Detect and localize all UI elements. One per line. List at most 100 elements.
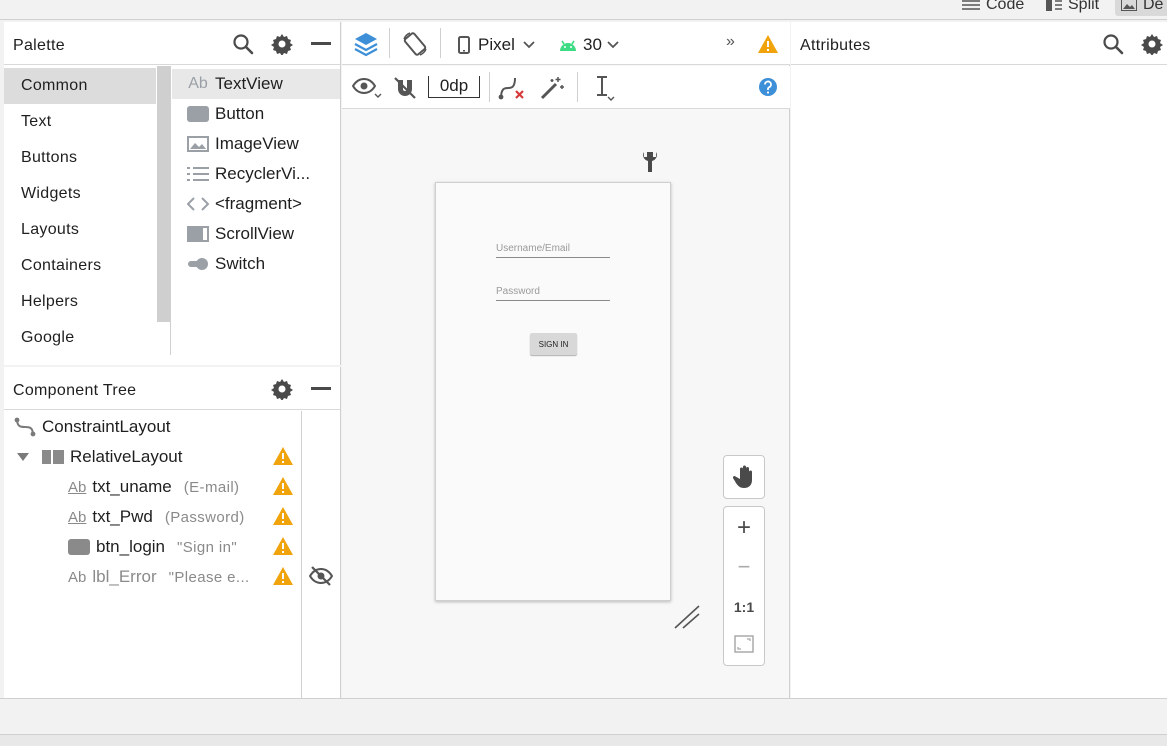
magnet-off-icon[interactable]: [392, 75, 418, 101]
help-icon[interactable]: [757, 76, 779, 98]
android-icon: [558, 38, 578, 52]
sign-in-button[interactable]: SIGN IN: [530, 333, 577, 355]
fragment-icon: [184, 196, 212, 212]
category-common[interactable]: Common: [4, 68, 156, 104]
palette-header: Palette: [4, 22, 340, 65]
hand-icon: [733, 465, 755, 489]
category-google[interactable]: Google: [4, 320, 156, 356]
layers-icon[interactable]: [352, 30, 380, 58]
default-margin-selector[interactable]: 0dp: [428, 76, 480, 98]
search-icon[interactable]: [1101, 32, 1125, 56]
chevron-down-icon: [523, 41, 535, 49]
zoom-out-button[interactable]: −: [724, 552, 764, 582]
collapse-arrow-icon[interactable]: [16, 452, 30, 462]
status-strip: [0, 734, 1167, 746]
tree-item-lbl-error[interactable]: Ab lbl_Error "Please e...: [4, 562, 301, 592]
hidden-eye-icon[interactable]: [309, 565, 333, 587]
code-mode-label: Code: [986, 0, 1025, 13]
category-scrollbar[interactable]: [157, 66, 170, 322]
toolbar-separator: [389, 28, 390, 58]
guidelines-icon[interactable]: [590, 74, 618, 102]
device-selector[interactable]: Pixel: [458, 33, 535, 57]
api-level-label: 30: [583, 35, 602, 54]
widget-scrollview[interactable]: ScrollView: [172, 219, 340, 249]
pan-button[interactable]: [723, 455, 765, 499]
resize-handle-icon[interactable]: [673, 604, 701, 630]
wrench-icon[interactable]: [640, 150, 660, 174]
username-field[interactable]: Username/Email: [496, 243, 610, 258]
constraint-layout-icon: [14, 417, 36, 437]
warning-icon[interactable]: [272, 536, 294, 556]
tree-item-txt-pwd[interactable]: Ab txt_Pwd (Password): [4, 502, 301, 532]
password-field[interactable]: Password: [496, 286, 610, 301]
warning-icon[interactable]: [756, 33, 780, 55]
fit-screen-icon[interactable]: [734, 635, 754, 653]
phone-icon: [458, 36, 470, 54]
toolbar-separator: [440, 28, 441, 58]
split-mode-label: Split: [1068, 0, 1100, 13]
top-mode-bar: Code Split De: [0, 0, 1167, 20]
toolbar-separator: [577, 72, 578, 102]
textview-icon: Ab: [68, 568, 87, 586]
button-icon: [68, 539, 90, 555]
scrollview-icon: [184, 226, 212, 242]
zoom-controls: + − 1:1: [723, 506, 765, 666]
device-preview[interactable]: Username/Email Password SIGN IN: [435, 182, 671, 601]
textview-icon: Ab: [68, 478, 87, 496]
clear-constraints-icon[interactable]: [498, 75, 526, 101]
code-mode-button[interactable]: Code: [962, 0, 1024, 16]
tree-item-constraintlayout[interactable]: ConstraintLayout: [4, 412, 301, 442]
rotate-orientation-icon[interactable]: [400, 30, 430, 58]
split-mode-button[interactable]: Split: [1046, 0, 1099, 16]
chevron-down-icon: [607, 41, 619, 49]
warning-icon[interactable]: [272, 566, 294, 586]
gear-icon[interactable]: [270, 32, 294, 56]
warning-icon[interactable]: [272, 506, 294, 526]
widget-textview[interactable]: Ab TextView: [172, 69, 340, 99]
minimize-icon[interactable]: [309, 377, 333, 401]
category-helpers[interactable]: Helpers: [4, 284, 156, 320]
button-icon: [184, 106, 212, 122]
zoom-in-button[interactable]: +: [724, 513, 764, 543]
search-icon[interactable]: [231, 32, 255, 56]
widget-button[interactable]: Button: [172, 99, 340, 129]
tree-divider: [301, 411, 302, 698]
lines-icon: [962, 0, 980, 11]
category-widgets[interactable]: Widgets: [4, 176, 156, 212]
tree-item-relativelayout[interactable]: RelativeLayout: [4, 442, 301, 472]
design-mode-button[interactable]: De: [1115, 0, 1167, 16]
overflow-chevron-icon[interactable]: »: [726, 33, 735, 51]
tree-item-txt-uname[interactable]: Ab txt_uname (E-mail): [4, 472, 301, 502]
gear-icon[interactable]: [1140, 32, 1164, 56]
category-buttons[interactable]: Buttons: [4, 140, 156, 176]
bottom-bar: [0, 698, 1167, 734]
widget-fragment[interactable]: <fragment>: [172, 189, 340, 219]
component-tree-header: Component Tree: [4, 367, 340, 410]
warning-icon[interactable]: [272, 476, 294, 496]
api-level-selector[interactable]: 30: [558, 33, 619, 57]
actual-size-button[interactable]: 1:1: [724, 592, 764, 622]
eye-icon[interactable]: [352, 75, 382, 101]
toolbar-separator: [489, 72, 490, 102]
textview-icon: Ab: [68, 508, 87, 526]
widget-imageview[interactable]: ImageView: [172, 129, 340, 159]
design-icon: [1121, 0, 1137, 11]
widget-switch[interactable]: Switch: [172, 249, 340, 279]
recyclerview-icon: [184, 166, 212, 182]
category-layouts[interactable]: Layouts: [4, 212, 156, 248]
tree-item-btn-login[interactable]: btn_login "Sign in": [4, 532, 301, 562]
component-tree-title: Component Tree: [13, 382, 137, 399]
textview-icon: Ab: [188, 75, 208, 92]
attributes-title: Attributes: [800, 37, 871, 54]
magic-wand-icon[interactable]: [538, 75, 566, 101]
category-containers[interactable]: Containers: [4, 248, 156, 284]
design-mode-label: De: [1143, 0, 1164, 13]
relative-layout-icon: [42, 449, 64, 465]
gear-icon[interactable]: [270, 377, 294, 401]
widget-recyclerview[interactable]: RecyclerVi...: [172, 159, 340, 189]
category-text[interactable]: Text: [4, 104, 156, 140]
imageview-icon: [184, 136, 212, 152]
palette-title: Palette: [13, 37, 65, 54]
minimize-icon[interactable]: [309, 32, 333, 56]
warning-icon[interactable]: [272, 446, 294, 466]
